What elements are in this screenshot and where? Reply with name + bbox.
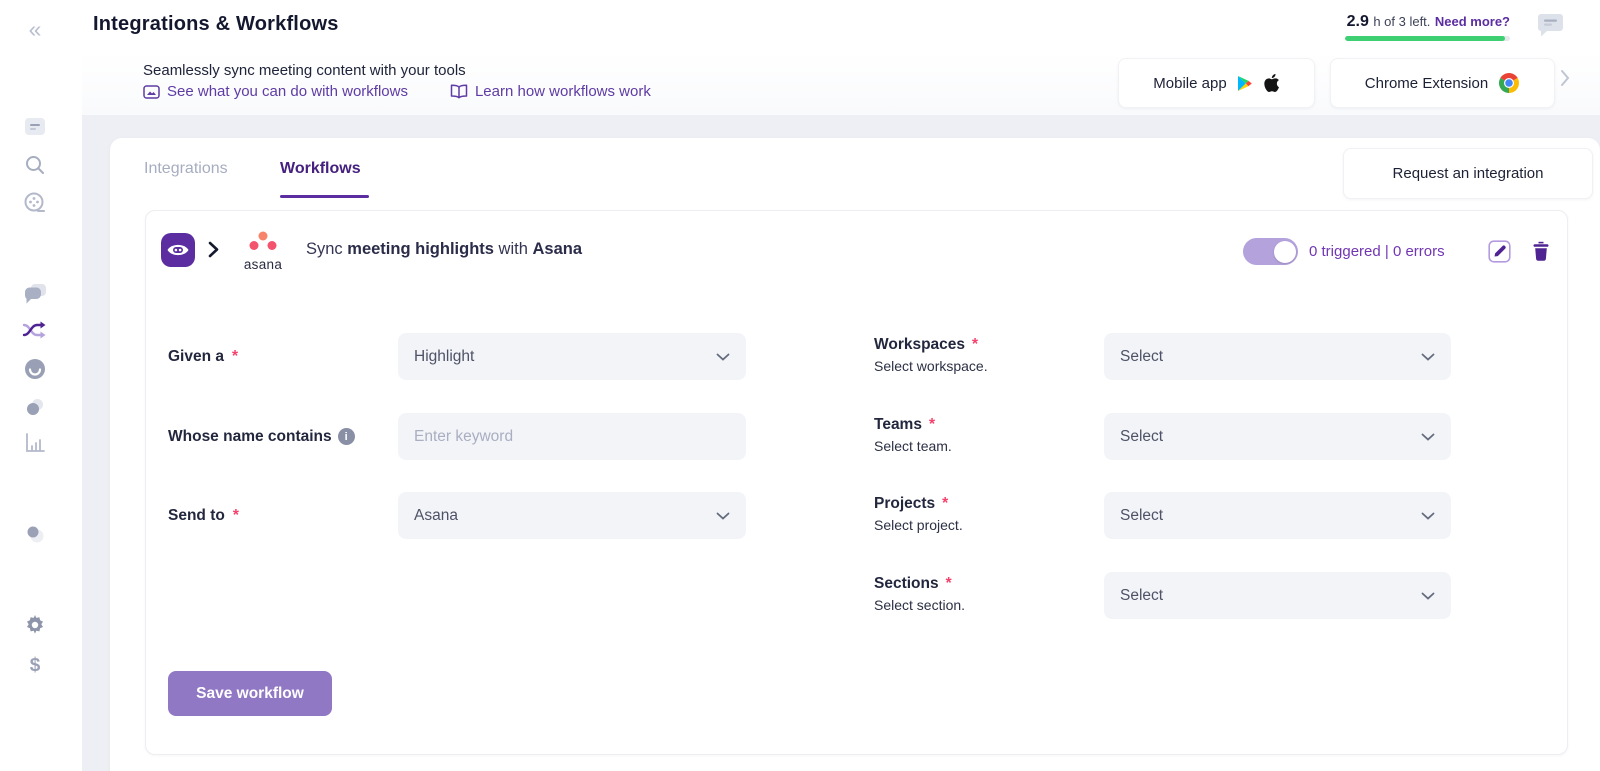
chrome-icon [1498, 72, 1520, 94]
bar-chart-icon [24, 432, 46, 454]
gear-icon [23, 613, 47, 637]
topbar: Integrations & Workflows 2.9 h of 3 left… [82, 0, 1600, 52]
sidebar: « [0, 0, 82, 771]
sidebar-item-chat[interactable] [0, 283, 70, 306]
asana-logo: asana [232, 231, 294, 272]
sections-label: Sections* Select section. [874, 575, 1094, 613]
name-contains-label: Whose name contains i [168, 413, 355, 460]
keyword-input-wrap [398, 413, 746, 460]
asana-dots-icon [247, 231, 279, 251]
chevron-right-icon [208, 241, 219, 258]
sidebar-item-contacts[interactable] [0, 524, 70, 544]
app-logo [161, 233, 195, 272]
sidebar-item-search[interactable] [0, 154, 70, 176]
asana-wordmark: asana [232, 257, 294, 272]
sidebar-item-settings[interactable] [0, 613, 70, 637]
collapse-sidebar-icon[interactable]: « [0, 16, 70, 43]
tab-integrations[interactable]: Integrations [144, 160, 228, 178]
integrations-card: Integrations Workflows Request an integr… [110, 138, 1600, 771]
mobile-app-button[interactable]: Mobile app [1118, 58, 1315, 108]
notebook-icon [23, 116, 47, 138]
edit-pencil-icon [1488, 240, 1511, 263]
tab-workflows[interactable]: Workflows [280, 160, 361, 178]
chat-bubbles-icon [23, 283, 47, 306]
projects-select[interactable]: Select [1104, 492, 1451, 539]
usage-progress-fill [1345, 36, 1505, 41]
help-chat-button[interactable] [1537, 13, 1564, 43]
hours-left: 2.9 [1347, 13, 1369, 30]
need-more-link[interactable]: Need more? [1435, 14, 1510, 29]
request-integration-button[interactable]: Request an integration [1343, 148, 1593, 199]
person-icon [24, 524, 46, 544]
send-to-select[interactable]: Asana [398, 492, 746, 539]
active-tab-underline [280, 195, 369, 198]
hours-label: h of 3 left. [1373, 14, 1430, 29]
trash-icon [1532, 241, 1550, 262]
chevron-right-icon [1560, 69, 1570, 87]
apple-icon [1263, 73, 1280, 93]
expand-workflow-chevron[interactable] [208, 241, 219, 263]
book-icon [450, 84, 468, 99]
workflow-card: asana Sync meeting highlights with Asana… [145, 210, 1568, 755]
keyword-input[interactable] [414, 428, 730, 446]
sidebar-item-notebook[interactable] [0, 116, 70, 138]
sidebar-item-workflows[interactable] [0, 321, 70, 339]
workspaces-select[interactable]: Select [1104, 333, 1451, 380]
dollar-icon: $ [30, 655, 41, 677]
chevron-down-icon [716, 512, 730, 520]
usage-meter: 2.9 h of 3 left. Need more? [1345, 13, 1510, 41]
sidebar-item-sentiment[interactable] [0, 357, 70, 381]
help-bubble-icon [1537, 13, 1564, 38]
given-a-select[interactable]: Highlight [398, 333, 746, 380]
toggle-knob [1274, 241, 1296, 263]
chevron-down-icon [716, 353, 730, 361]
fireflies-logo-icon [161, 233, 195, 267]
teams-select[interactable]: Select [1104, 413, 1451, 460]
content-area: Seamlessly sync meeting content with you… [82, 52, 1600, 771]
workspaces-label: Workspaces* Select workspace. [874, 336, 1094, 374]
workflow-status: 0 triggered | 0 errors [1309, 243, 1445, 260]
sidebar-item-recordings[interactable] [0, 191, 70, 215]
workflow-title: Sync meeting highlights with Asana [306, 240, 582, 259]
sidebar-item-analytics[interactable] [0, 432, 70, 454]
smiley-icon [23, 357, 47, 381]
save-workflow-button[interactable]: Save workflow [168, 671, 332, 716]
film-reel-icon [23, 191, 47, 215]
scroll-right-chevron[interactable] [1560, 69, 1570, 92]
tagline: Seamlessly sync meeting content with you… [143, 62, 466, 79]
usage-progress-track [1345, 36, 1510, 41]
learn-workflows-link[interactable]: Learn how workflows work [450, 83, 651, 100]
chevron-down-icon [1421, 512, 1435, 520]
sections-select[interactable]: Select [1104, 572, 1451, 619]
subheader-band: Seamlessly sync meeting content with you… [82, 52, 1600, 115]
send-to-label: Send to* [168, 492, 239, 539]
see-workflows-link[interactable]: See what you can do with workflows [143, 83, 408, 100]
teams-label: Teams* Select team. [874, 416, 1094, 454]
given-a-label: Given a* [168, 333, 238, 380]
chevron-down-icon [1421, 592, 1435, 600]
chrome-extension-button[interactable]: Chrome Extension [1330, 58, 1555, 108]
video-preview-icon [143, 85, 160, 99]
search-icon [24, 154, 46, 176]
shuffle-icon [22, 321, 49, 339]
edit-workflow-button[interactable] [1488, 240, 1511, 268]
app-root: « [0, 0, 1600, 771]
delete-workflow-button[interactable] [1532, 241, 1550, 267]
google-play-icon [1237, 75, 1253, 92]
sidebar-item-topics[interactable] [0, 396, 70, 418]
page-title: Integrations & Workflows [93, 13, 339, 36]
chevron-down-icon [1421, 353, 1435, 361]
workflow-enabled-toggle[interactable] [1243, 238, 1298, 265]
projects-label: Projects* Select project. [874, 495, 1094, 533]
overlap-circles-icon [24, 396, 46, 418]
info-icon[interactable]: i [338, 428, 355, 445]
chevron-down-icon [1421, 433, 1435, 441]
sidebar-item-billing[interactable]: $ [0, 655, 70, 677]
